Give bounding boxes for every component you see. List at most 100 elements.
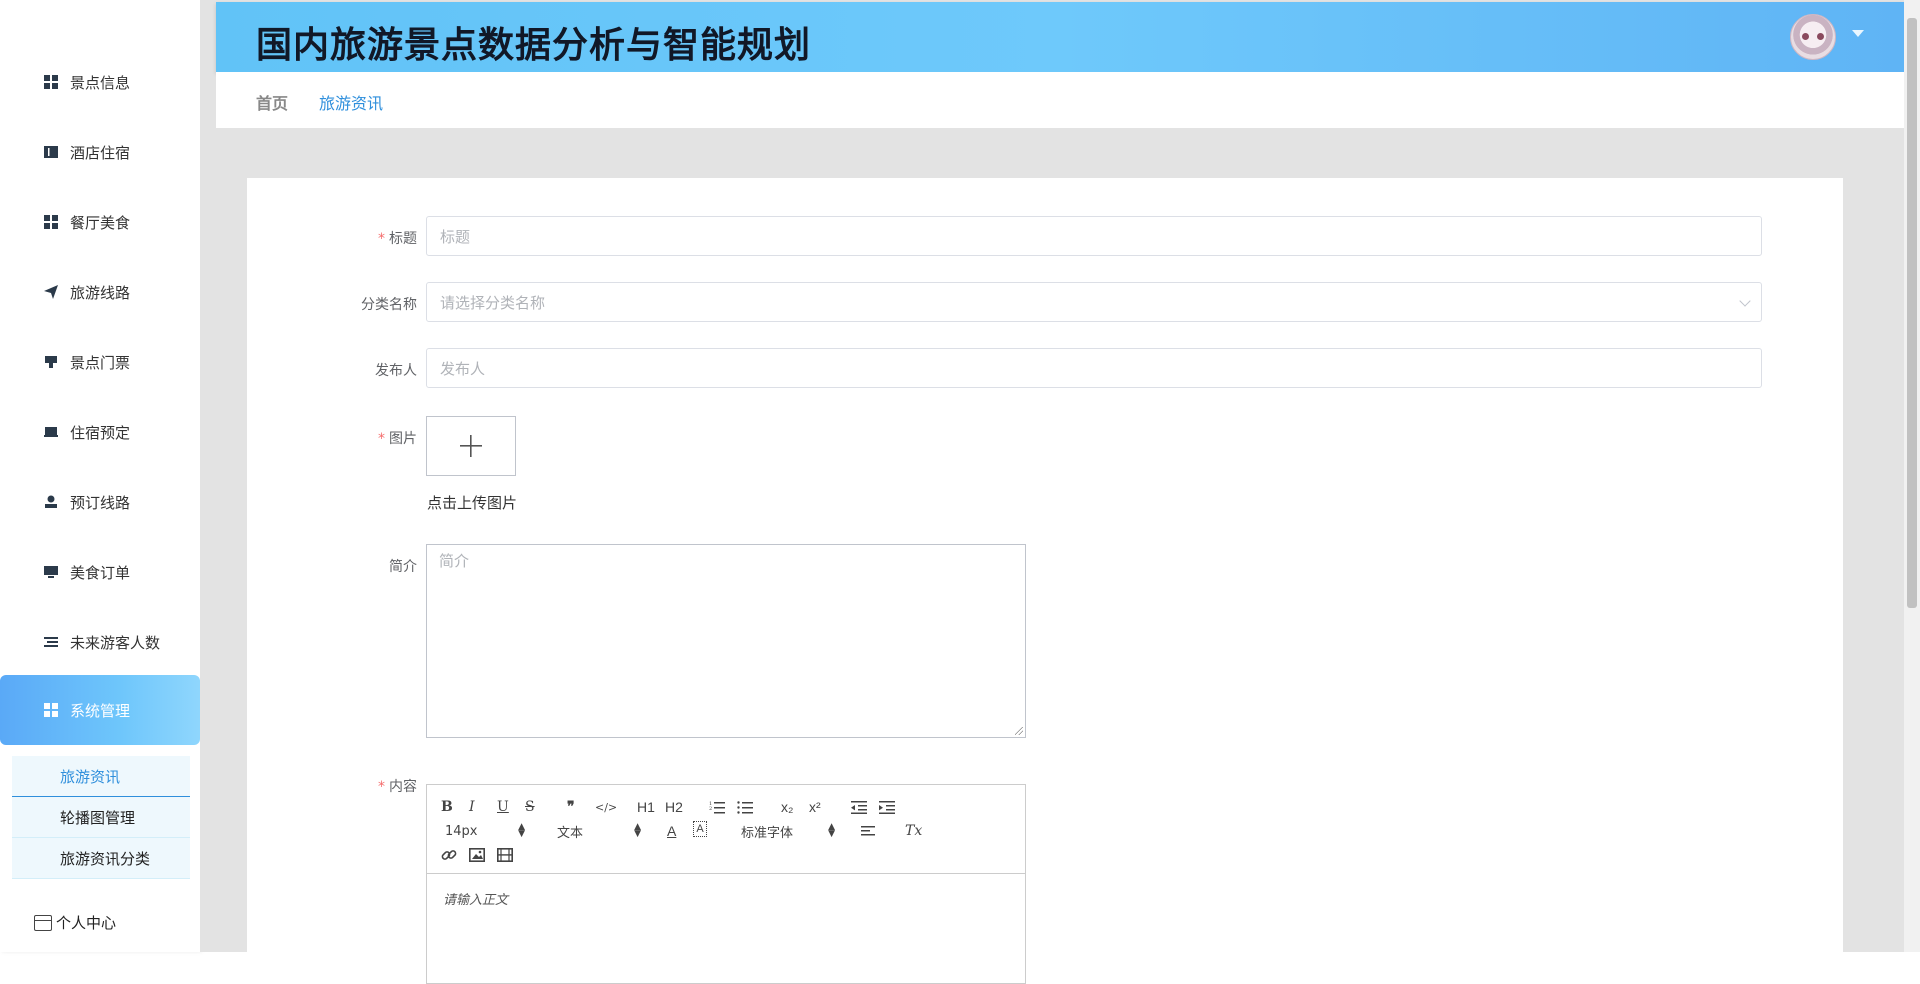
editor-placeholder: 请输入正文 xyxy=(443,893,509,908)
font-color-icon[interactable]: A xyxy=(667,821,676,841)
grid-icon xyxy=(42,213,60,231)
grid-icon xyxy=(42,701,60,719)
ticket-icon xyxy=(42,353,60,371)
select-arrows-icon: ▲ ▼ xyxy=(518,822,525,839)
image-upload-button[interactable] xyxy=(426,416,516,476)
scrollbar-thumb[interactable] xyxy=(1907,18,1917,608)
title-label: * 标题 xyxy=(378,231,417,247)
sidebar-item-label: 未来游客人数 xyxy=(70,633,161,652)
image-label: * 图片 xyxy=(378,431,417,447)
book-icon xyxy=(42,143,60,161)
category-placeholder: 请选择分类名称 xyxy=(440,293,546,312)
code-button[interactable]: </> xyxy=(595,797,617,817)
image-icon[interactable] xyxy=(469,845,485,865)
bullet-list-icon[interactable] xyxy=(737,797,753,817)
avatar[interactable] xyxy=(1790,14,1836,60)
wallet-icon xyxy=(34,914,52,931)
top-header: 国内旅游景点数据分析与智能规划 xyxy=(216,2,1904,72)
align-left-icon[interactable] xyxy=(861,821,877,841)
chevron-down-icon xyxy=(1739,295,1751,307)
grid-icon xyxy=(42,73,60,91)
editor-toolbar: B I U S ❞ </> H1 H2 12 x₂ x² 14px ▲ ▼ 文本… xyxy=(427,785,1025,874)
link-icon[interactable] xyxy=(441,845,457,865)
monitor-icon xyxy=(42,563,60,581)
title-input[interactable]: 标题 xyxy=(426,216,1762,256)
sidebar-item-label: 景点门票 xyxy=(70,353,131,372)
sidebar-item-label: 美食订单 xyxy=(70,563,131,582)
category-select[interactable]: 请选择分类名称 xyxy=(426,282,1762,322)
publisher-label: 发布人 xyxy=(375,363,417,379)
publisher-input[interactable]: 发布人 xyxy=(426,348,1762,388)
resize-handle[interactable] xyxy=(1015,727,1023,735)
submenu-system-management: 旅游资讯 轮播图管理 旅游资讯分类 xyxy=(12,756,190,879)
sidebar-item-route-booking[interactable]: 预订线路 xyxy=(0,467,200,537)
h2-button[interactable]: H2 xyxy=(665,797,683,817)
subscript-button[interactable]: x₂ xyxy=(781,797,793,817)
submenu-item-travel-news[interactable]: 旅游资讯 xyxy=(12,756,190,797)
required-mark: * xyxy=(378,231,385,247)
sidebar-item-label: 餐厅美食 xyxy=(70,213,131,232)
breadcrumb-current[interactable]: 旅游资讯 xyxy=(319,90,383,114)
ordered-list-icon[interactable]: 12 xyxy=(709,797,725,817)
superscript-button[interactable]: x² xyxy=(809,797,821,817)
chevron-down-icon[interactable] xyxy=(1852,30,1864,37)
submenu-item-carousel[interactable]: 轮播图管理 xyxy=(12,797,190,838)
sidebar-item-label: 旅游线路 xyxy=(70,283,131,302)
sidebar-item-lodging-booking[interactable]: 住宿预定 xyxy=(0,397,200,467)
blockquote-button[interactable]: ❞ xyxy=(567,797,575,817)
svg-text:2: 2 xyxy=(709,806,712,812)
rich-text-editor: B I U S ❞ </> H1 H2 12 x₂ x² 14px ▲ ▼ 文本… xyxy=(426,784,1026,984)
upload-hint: 点击上传图片 xyxy=(427,494,518,512)
sidebar-item-food-order[interactable]: 美食订单 xyxy=(0,537,200,607)
required-mark: * xyxy=(378,431,385,447)
clear-format-button[interactable]: Tx xyxy=(905,821,922,841)
sidebar: 景点信息 酒店住宿 餐厅美食 旅游线路 景点门票 住宿预定 预订线路 美食订单 … xyxy=(0,0,200,952)
form-card: * 标题 标题 分类名称 请选择分类名称 发布人 发布人 * 图片 点击上传图片 简… xyxy=(247,178,1843,984)
content-label: * 内容 xyxy=(378,779,417,795)
intro-textarea[interactable]: 简介 xyxy=(426,544,1026,738)
intro-placeholder: 简介 xyxy=(439,552,470,570)
h1-button[interactable]: H1 xyxy=(637,797,655,817)
font-family-select[interactable]: 标准字体 ▲ ▼ xyxy=(741,821,835,841)
sidebar-item-label: 系统管理 xyxy=(70,701,131,720)
submenu-item-news-category[interactable]: 旅游资讯分类 xyxy=(12,838,190,879)
send-icon xyxy=(42,283,60,301)
indent-icon[interactable] xyxy=(879,797,895,817)
publisher-placeholder: 发布人 xyxy=(440,359,486,378)
bed-icon xyxy=(42,423,60,441)
list-icon xyxy=(42,633,60,651)
header-select[interactable]: 文本 ▲ ▼ xyxy=(557,821,641,841)
sidebar-item-label: 住宿预定 xyxy=(70,423,131,442)
font-size-select[interactable]: 14px ▲ ▼ xyxy=(445,821,525,841)
sidebar-item-travel-route[interactable]: 旅游线路 xyxy=(0,257,200,327)
underline-button[interactable]: U xyxy=(497,797,509,817)
sidebar-item-label: 个人中心 xyxy=(56,914,117,932)
breadcrumb-home[interactable]: 首页 xyxy=(256,90,288,114)
select-arrows-icon: ▲ ▼ xyxy=(828,822,835,839)
bold-button[interactable]: B xyxy=(441,797,453,817)
plus-icon xyxy=(460,435,482,457)
sidebar-item-restaurant[interactable]: 餐厅美食 xyxy=(0,187,200,257)
required-mark: * xyxy=(378,779,385,795)
video-icon[interactable] xyxy=(497,845,513,865)
sidebar-item-system-management[interactable]: 系统管理 xyxy=(0,675,200,745)
intro-label: 简介 xyxy=(389,559,417,575)
italic-button[interactable]: I xyxy=(469,797,475,817)
sidebar-item-label: 酒店住宿 xyxy=(70,143,131,162)
sidebar-item-label: 景点信息 xyxy=(70,73,131,92)
sidebar-item-personal-center[interactable]: 个人中心 xyxy=(34,912,116,933)
strike-button[interactable]: S xyxy=(525,797,535,817)
app-title: 国内旅游景点数据分析与智能规划 xyxy=(256,25,812,66)
outdent-icon[interactable] xyxy=(851,797,867,817)
select-arrows-icon: ▲ ▼ xyxy=(634,822,641,839)
sidebar-item-hotel[interactable]: 酒店住宿 xyxy=(0,117,200,187)
category-label: 分类名称 xyxy=(361,297,417,313)
sidebar-item-ticket[interactable]: 景点门票 xyxy=(0,327,200,397)
sidebar-item-label: 预订线路 xyxy=(70,493,131,512)
breadcrumb: 首页 旅游资讯 xyxy=(216,72,1904,128)
sidebar-item-scenic-info[interactable]: 景点信息 xyxy=(0,47,200,117)
title-placeholder: 标题 xyxy=(440,227,471,246)
user-icon xyxy=(42,493,60,511)
background-color-icon[interactable]: A xyxy=(693,821,707,837)
sidebar-item-visitor-forecast[interactable]: 未来游客人数 xyxy=(0,607,200,677)
